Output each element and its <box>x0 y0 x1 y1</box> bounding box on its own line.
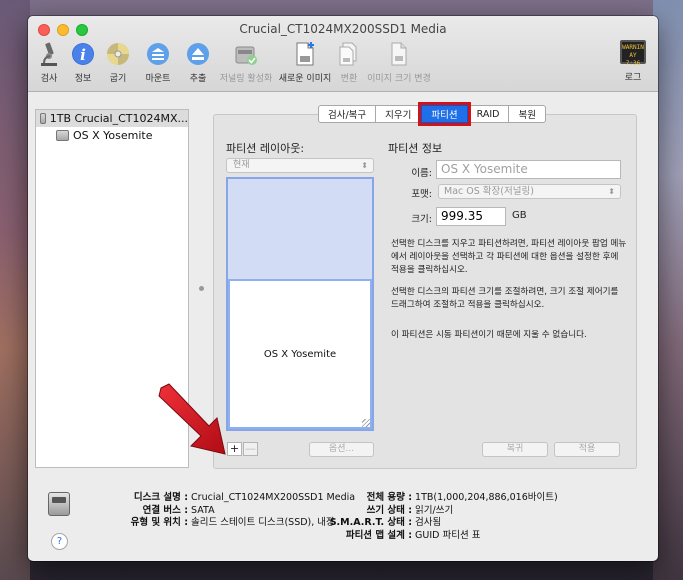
info-icon: i <box>70 40 96 68</box>
toolbar-new-image[interactable]: 새로운 이미지 <box>278 40 332 84</box>
toolbar-resize-image[interactable]: 이미지 크기 변경 <box>366 40 432 84</box>
partition-name-field[interactable]: OS X Yosemite <box>436 160 621 179</box>
name-label: 이름: <box>411 168 432 179</box>
partition-size-field[interactable]: 999.35 <box>436 207 506 226</box>
smart-value: 검사됨 <box>415 517 442 528</box>
partition-help-text-3: 이 파티션은 시동 파티션이기 때문에 지울 수 없습니다. <box>391 330 587 340</box>
smart-key: S.M.A.R.T. 상태 : <box>329 517 412 528</box>
partition-layout-label: 파티션 레이아웃: <box>226 142 305 155</box>
microscope-icon <box>36 40 62 68</box>
format-label: 포맷: <box>411 189 432 200</box>
tab-first-aid[interactable]: 검사/복구 <box>318 105 377 123</box>
toolbar-eject[interactable]: 추출 <box>182 40 214 84</box>
remove-partition-button[interactable]: — <box>243 442 258 456</box>
burn-disc-icon <box>105 40 131 68</box>
options-button[interactable]: 옵션... <box>309 442 374 457</box>
bus-key: 연결 버스 : <box>142 504 188 516</box>
toolbar-info[interactable]: i 정보 <box>68 40 98 84</box>
revert-button[interactable]: 복귀 <box>482 442 548 457</box>
mount-icon <box>145 40 171 68</box>
svg-text:i: i <box>80 46 86 64</box>
hard-disk-icon <box>40 113 46 124</box>
tab-partition[interactable]: 파티션 <box>418 102 471 126</box>
type-value: 솔리드 스테이트 디스크(SSD), 내장 <box>191 517 335 528</box>
map-key: 파티션 맵 설계 : <box>345 529 412 541</box>
help-button[interactable]: ? <box>51 533 68 550</box>
convert-icon <box>336 40 362 68</box>
chevron-updown-icon: ⬍ <box>608 187 615 196</box>
sidebar-item-disk[interactable]: 1TB Crucial_CT1024MX... <box>36 110 188 127</box>
tab-bar: 검사/복구 지우기 파티션 RAID 복원 <box>318 102 546 126</box>
write-value: 읽기/쓰기 <box>415 504 454 516</box>
tab-erase[interactable]: 지우기 <box>376 105 422 123</box>
desktop-wallpaper-left <box>0 0 30 580</box>
toolbar-burn[interactable]: 굽기 <box>102 40 134 84</box>
partition-layout-map[interactable]: OS X Yosemite <box>226 177 374 431</box>
hard-disk-icon <box>48 492 70 516</box>
desc-key: 디스크 설명 : <box>133 492 188 503</box>
tab-raid[interactable]: RAID <box>467 105 510 123</box>
new-image-icon <box>292 40 318 68</box>
toolbar-verify[interactable]: 검사 <box>34 40 64 84</box>
capacity-key: 전체 용량 : <box>366 492 412 503</box>
partition-layout-popup-value: 현재 <box>233 160 250 170</box>
sidebar-item-volume[interactable]: OS X Yosemite <box>36 127 188 144</box>
type-key: 유형 및 위치 : <box>130 517 188 528</box>
size-label: 크기: <box>411 214 432 225</box>
map-value: GUID 파티션 표 <box>415 529 481 541</box>
annotation-arrow-icon <box>158 383 226 455</box>
capacity-value: 1TB(1,000,204,886,016바이트) <box>415 492 558 503</box>
free-space-region[interactable] <box>228 179 372 279</box>
toolbar-enable-journaling[interactable]: 저널링 활성화 <box>218 40 274 84</box>
partition-layout-popup[interactable]: 현재 ⬍ <box>226 158 374 173</box>
disk-info-left: 디스크 설명 : Crucial_CT1024MX200SSD1 Media 연… <box>98 492 356 530</box>
window-title: Crucial_CT1024MX200SSD1 Media <box>239 22 447 36</box>
journaling-icon <box>233 40 259 68</box>
title-toolbar: Crucial_CT1024MX200SSD1 Media 검사 i 정보 굽기 <box>28 16 658 92</box>
partition-block[interactable]: OS X Yosemite <box>228 279 372 429</box>
partition-block-label: OS X Yosemite <box>263 348 337 360</box>
format-popup-value: Mac OS 확장(저널링) <box>444 186 534 197</box>
eject-icon <box>185 40 211 68</box>
resize-image-icon <box>386 40 412 68</box>
write-key: 쓰기 상태 : <box>366 504 412 516</box>
resize-grip-icon[interactable] <box>362 419 370 427</box>
apply-button[interactable]: 적용 <box>554 442 620 457</box>
disk-utility-window: Crucial_CT1024MX200SSD1 Media 검사 i 정보 굽기 <box>28 16 658 561</box>
format-popup[interactable]: Mac OS 확장(저널링) ⬍ <box>438 184 621 199</box>
volume-icon <box>56 130 69 141</box>
sidebar-volume-label: OS X Yosemite <box>73 129 153 142</box>
disk-info-right: 전체 용량 : 1TB(1,000,204,886,016바이트) 쓰기 상태 … <box>328 492 558 542</box>
partition-help-text-2: 선택한 디스크의 파티션 크기를 조절하려면, 크기 조절 제어기를 드래그하여… <box>391 287 619 310</box>
size-unit-label: GB <box>512 210 527 221</box>
split-view-handle[interactable] <box>199 286 204 291</box>
toolbar: 검사 i 정보 굽기 마운트 추출 저널링 활성화 새로운 이미지 변환 이미지… <box>34 40 436 84</box>
toolbar-mount[interactable]: 마운트 <box>138 40 178 84</box>
tab-restore[interactable]: 복원 <box>509 105 546 123</box>
partition-help-text-1: 선택한 디스크를 지우고 파티션하려면, 파티션 레이아웃 팝업 메뉴에서 레이… <box>391 239 627 275</box>
toolbar-log[interactable]: WARNIN AY 7:36 로그 <box>620 40 646 83</box>
toolbar-convert[interactable]: 변환 <box>336 40 362 84</box>
chevron-updown-icon: ⬍ <box>361 161 368 170</box>
bus-value: SATA <box>191 504 215 516</box>
log-console-icon: WARNIN AY 7:36 <box>620 40 646 67</box>
partition-info-title: 파티션 정보 <box>388 142 443 155</box>
sidebar-disk-label: 1TB Crucial_CT1024MX... <box>49 112 188 125</box>
